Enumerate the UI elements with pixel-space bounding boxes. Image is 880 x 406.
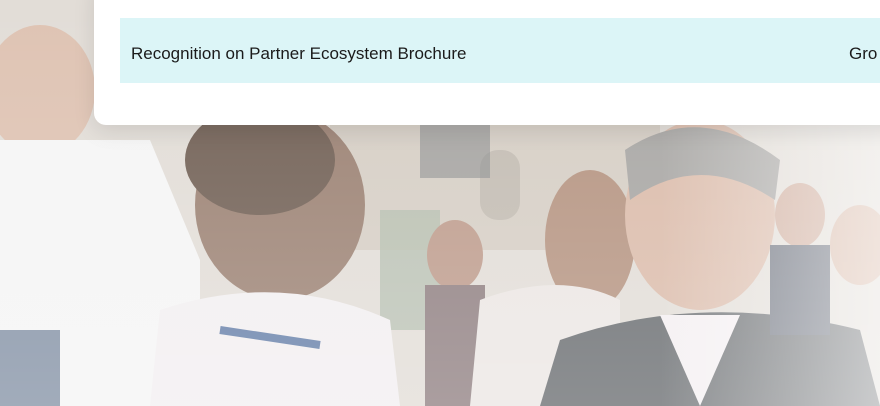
table-row: Recognition on Partner Ecosystem Brochur… [120,18,880,83]
benefits-table-card: Recognition on Partner Ecosystem Brochur… [94,0,880,125]
tier-cell: Gro [849,44,878,63]
benefit-name-cell: Recognition on Partner Ecosystem Brochur… [131,44,467,63]
